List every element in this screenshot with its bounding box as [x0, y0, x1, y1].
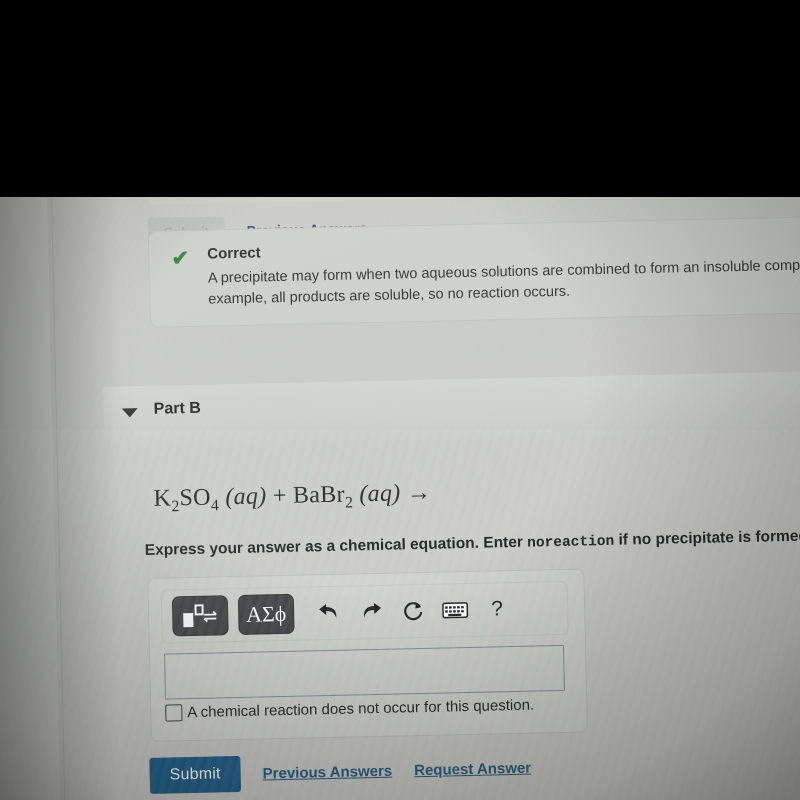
redo-arrow-glyph — [364, 603, 382, 618]
browser-page: ao o ion Submit Previous Answers ✔ Corre… — [0, 130, 800, 800]
greek-symbols-button[interactable]: ΑΣϕ — [237, 593, 295, 635]
answer-input[interactable] — [164, 644, 565, 700]
part-a-feedback-card: ✔ Correct A precipitate may form when tw… — [147, 214, 800, 328]
instruction-post: if no precipitate is formed — [614, 527, 800, 549]
feedback-body: A precipitate may form when two aqueous … — [208, 253, 800, 311]
part-b-title: Part B — [153, 399, 202, 418]
equation-state-2: (aq) — [359, 480, 401, 508]
no-reaction-checkbox[interactable] — [165, 704, 183, 722]
undo-arrow-glyph — [319, 604, 337, 618]
reset-circular-arrow-glyph — [404, 602, 423, 621]
photo-of-screen: ao o ion Submit Previous Answers ✔ Corre… — [0, 0, 800, 800]
answer-entry-card: ΑΣϕ ? A chemical reaction does not occur… — [147, 568, 588, 742]
instruction-keyword: noreaction — [527, 533, 615, 552]
part-b-header-band[interactable] — [103, 371, 800, 447]
part-b-action-row: Submit Previous Answers Request Answer — [149, 750, 531, 794]
keyboard-icon[interactable] — [434, 591, 477, 630]
equation-reactant-2: BaBr2 — [292, 481, 354, 512]
part-b-submit-button[interactable]: Submit — [149, 755, 242, 794]
part-b-previous-answers-link[interactable]: Previous Answers — [262, 762, 392, 782]
undo-icon[interactable] — [308, 594, 351, 633]
check-icon: ✔ — [171, 246, 190, 271]
equation-arrow: → — [406, 479, 432, 507]
instruction-pre: Express your answer as a chemical equati… — [144, 533, 528, 560]
template-formula-button[interactable] — [171, 595, 229, 637]
caret-down-icon[interactable] — [121, 408, 138, 418]
chemical-equation: K2SO4 (aq) + BaBr2 (aq) → — [153, 480, 431, 517]
formula-template-icon — [183, 604, 217, 628]
equation-plus: + — [272, 482, 287, 510]
answer-instruction: Express your answer as a chemical equati… — [145, 524, 800, 560]
main-content: Submit Previous Answers ✔ Correct A prec… — [58, 130, 800, 800]
letterbox-top-bar — [0, 0, 800, 197]
equation-toolbar: ΑΣϕ ? — [160, 580, 569, 644]
feedback-status: Correct — [207, 244, 261, 263]
redo-icon[interactable] — [350, 593, 393, 632]
no-reaction-checkbox-label: A chemical reaction does not occur for t… — [187, 696, 535, 722]
request-answer-link[interactable]: Request Answer — [414, 759, 531, 779]
keyboard-glyph — [442, 602, 469, 619]
reset-icon[interactable] — [392, 592, 435, 631]
help-icon[interactable]: ? — [476, 590, 519, 629]
equation-reactant-1: K2SO4 — [153, 484, 220, 516]
equation-state-1: (aq) — [225, 483, 267, 511]
no-reaction-checkbox-row[interactable]: A chemical reaction does not occur for t… — [165, 697, 534, 722]
